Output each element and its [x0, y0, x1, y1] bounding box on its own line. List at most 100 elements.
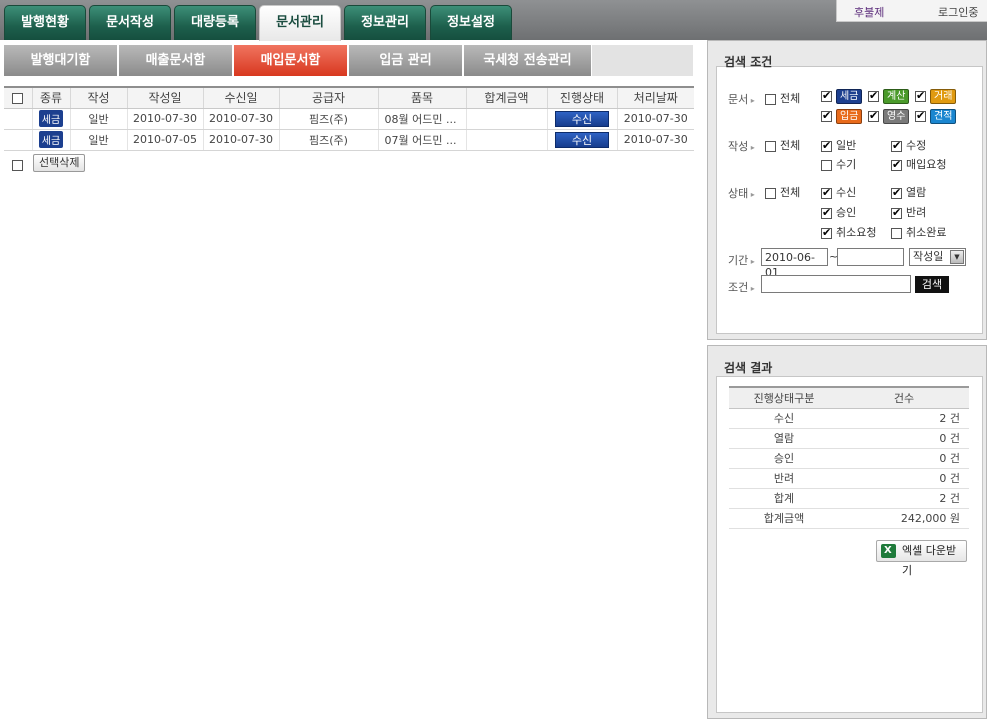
- col-header-supplier: 공급자: [278, 86, 378, 109]
- status-button[interactable]: 수신: [555, 131, 609, 148]
- doc-deposit-checkbox[interactable]: [821, 109, 832, 122]
- state-viewed-option[interactable]: 열람: [891, 184, 926, 200]
- kind-cell: 세금: [31, 108, 70, 130]
- tab-info-settings[interactable]: 정보설정: [430, 5, 512, 40]
- write-modify-label: 수정: [906, 139, 927, 152]
- state-rejected-option[interactable]: 반려: [891, 204, 926, 220]
- doc-label: 문서: [728, 91, 755, 107]
- tax-badge: 세금: [38, 131, 64, 148]
- results-col-status: 진행상태구분: [729, 386, 839, 409]
- state-all-option[interactable]: 전체: [765, 184, 800, 200]
- period-label: 기간: [728, 252, 755, 268]
- row-checkbox-cell: [4, 108, 32, 130]
- doc-estimate-option[interactable]: 견적: [915, 109, 957, 124]
- date-kind-value: 작성일: [913, 250, 944, 263]
- tab-issue-status[interactable]: 발행현황: [4, 5, 86, 40]
- table-header-row: 종류 작성 작성일 수신일 공급자 품목 합계금액 진행상태 처리날짜: [4, 86, 694, 109]
- state-rejected-checkbox[interactable]: [891, 206, 902, 219]
- cert-status[interactable]: 로그인중: [938, 4, 978, 20]
- received-date-cell: 2010-07-30: [202, 129, 279, 151]
- state-viewed-checkbox[interactable]: [891, 186, 902, 199]
- status-cell: 수신: [546, 108, 617, 130]
- doc-deposit-option[interactable]: 입금: [821, 109, 863, 124]
- doc-receipt-checkbox[interactable]: [868, 109, 879, 122]
- date-from-input[interactable]: 2010-06-01: [761, 248, 828, 279]
- table-row: 열람 0 건: [729, 428, 969, 449]
- select-all-checkbox[interactable]: [12, 92, 24, 104]
- result-status: 합계: [729, 488, 839, 509]
- write-modify-option[interactable]: 수정: [891, 137, 926, 153]
- doc-calc-checkbox[interactable]: [868, 89, 879, 102]
- state-approved-checkbox[interactable]: [821, 206, 832, 219]
- processed-date-cell: 2010-07-30: [616, 108, 694, 130]
- write-purchase-request-option[interactable]: 매입요청: [891, 156, 946, 172]
- subtab-deposit[interactable]: 입금 관리: [349, 45, 463, 76]
- write-manual-checkbox[interactable]: [821, 159, 832, 171]
- table-row: 수신 2 건: [729, 408, 969, 429]
- subtab-filler: [592, 45, 693, 76]
- subtab-sales[interactable]: 매출문서함: [119, 45, 233, 76]
- subtab-pending[interactable]: 발행대기함: [4, 45, 118, 76]
- account-info-box: 후불제 로그인중: [836, 0, 987, 22]
- table-row[interactable]: 세금 일반 2010-07-30 2010-07-30 핌즈(주) 08월 어드…: [4, 108, 694, 130]
- write-purchase-request-checkbox[interactable]: [891, 158, 902, 171]
- tab-doc-write[interactable]: 문서작성: [89, 5, 171, 40]
- doc-all-option[interactable]: 전체: [765, 90, 800, 106]
- doc-calc-option[interactable]: 계산: [868, 89, 910, 104]
- item-cell[interactable]: 07월 어드민 ...: [377, 129, 466, 151]
- total-cell: [465, 129, 547, 151]
- result-count: 2 건: [839, 488, 969, 509]
- tag-tax: 세금: [836, 89, 863, 104]
- state-approved-option[interactable]: 승인: [821, 204, 856, 220]
- col-header-processed: 처리날짜: [616, 86, 694, 109]
- item-cell[interactable]: 08월 어드민 ...: [377, 108, 466, 130]
- state-received-label: 수신: [836, 186, 857, 199]
- doc-all-checkbox[interactable]: [765, 93, 776, 105]
- table-row[interactable]: 세금 일반 2010-07-05 2010-07-30 핌즈(주) 07월 어드…: [4, 129, 694, 151]
- state-received-checkbox[interactable]: [821, 186, 832, 199]
- supplier-cell: 핌즈(주): [278, 129, 378, 151]
- status-button[interactable]: 수신: [555, 110, 609, 127]
- table-row: 합계금액 242,000 원: [729, 508, 969, 529]
- plan-link[interactable]: 후불제: [854, 4, 884, 20]
- state-viewed-label: 열람: [906, 186, 927, 199]
- write-all-option[interactable]: 전체: [765, 137, 800, 153]
- select-all-cell: [4, 86, 32, 109]
- write-modify-checkbox[interactable]: [891, 139, 902, 152]
- subtab-purchase[interactable]: 매입문서함: [234, 45, 348, 76]
- col-header-total: 합계금액: [465, 86, 547, 109]
- state-all-checkbox[interactable]: [765, 187, 776, 199]
- subtab-nts-transfer[interactable]: 국세청 전송관리: [464, 45, 592, 76]
- date-to-input[interactable]: [837, 248, 904, 266]
- doc-trade-option[interactable]: 거래: [915, 89, 957, 104]
- write-all-checkbox[interactable]: [765, 140, 776, 152]
- state-cancel-request-checkbox[interactable]: [821, 226, 832, 239]
- excel-download-button[interactable]: 엑셀 다운받기: [876, 540, 967, 577]
- delete-selected-button[interactable]: 선택삭제: [33, 154, 86, 172]
- write-normal-option[interactable]: 일반: [821, 137, 856, 153]
- state-cancel-done-checkbox[interactable]: [891, 227, 902, 239]
- chevron-down-icon[interactable]: ▼: [950, 250, 964, 264]
- state-cancel-request-label: 취소요청: [836, 226, 877, 239]
- result-status: 반려: [729, 468, 839, 489]
- doc-trade-checkbox[interactable]: [915, 89, 926, 102]
- tab-info-manage[interactable]: 정보관리: [344, 5, 426, 40]
- col-header-kind: 종류: [31, 86, 70, 109]
- doc-tax-option[interactable]: 세금: [821, 89, 863, 104]
- write-manual-option[interactable]: 수기: [821, 156, 856, 172]
- search-button[interactable]: 검색: [915, 276, 949, 293]
- condition-input[interactable]: [761, 275, 911, 293]
- state-cancel-done-label: 취소완료: [906, 226, 947, 239]
- doc-estimate-checkbox[interactable]: [915, 109, 926, 122]
- state-cancel-request-option[interactable]: 취소요청: [821, 224, 876, 240]
- tab-doc-manage[interactable]: 문서관리: [259, 5, 341, 41]
- col-header-item: 품목: [377, 86, 466, 109]
- state-cancel-done-option[interactable]: 취소완료: [891, 224, 946, 240]
- write-normal-checkbox[interactable]: [821, 139, 832, 152]
- tab-bulk-register[interactable]: 대량등록: [174, 5, 256, 40]
- doc-tax-checkbox[interactable]: [821, 89, 832, 102]
- date-kind-select[interactable]: 작성일 ▼: [909, 248, 966, 266]
- bulk-select-checkbox[interactable]: [12, 159, 23, 171]
- doc-receipt-option[interactable]: 영수: [868, 109, 910, 124]
- state-received-option[interactable]: 수신: [821, 184, 856, 200]
